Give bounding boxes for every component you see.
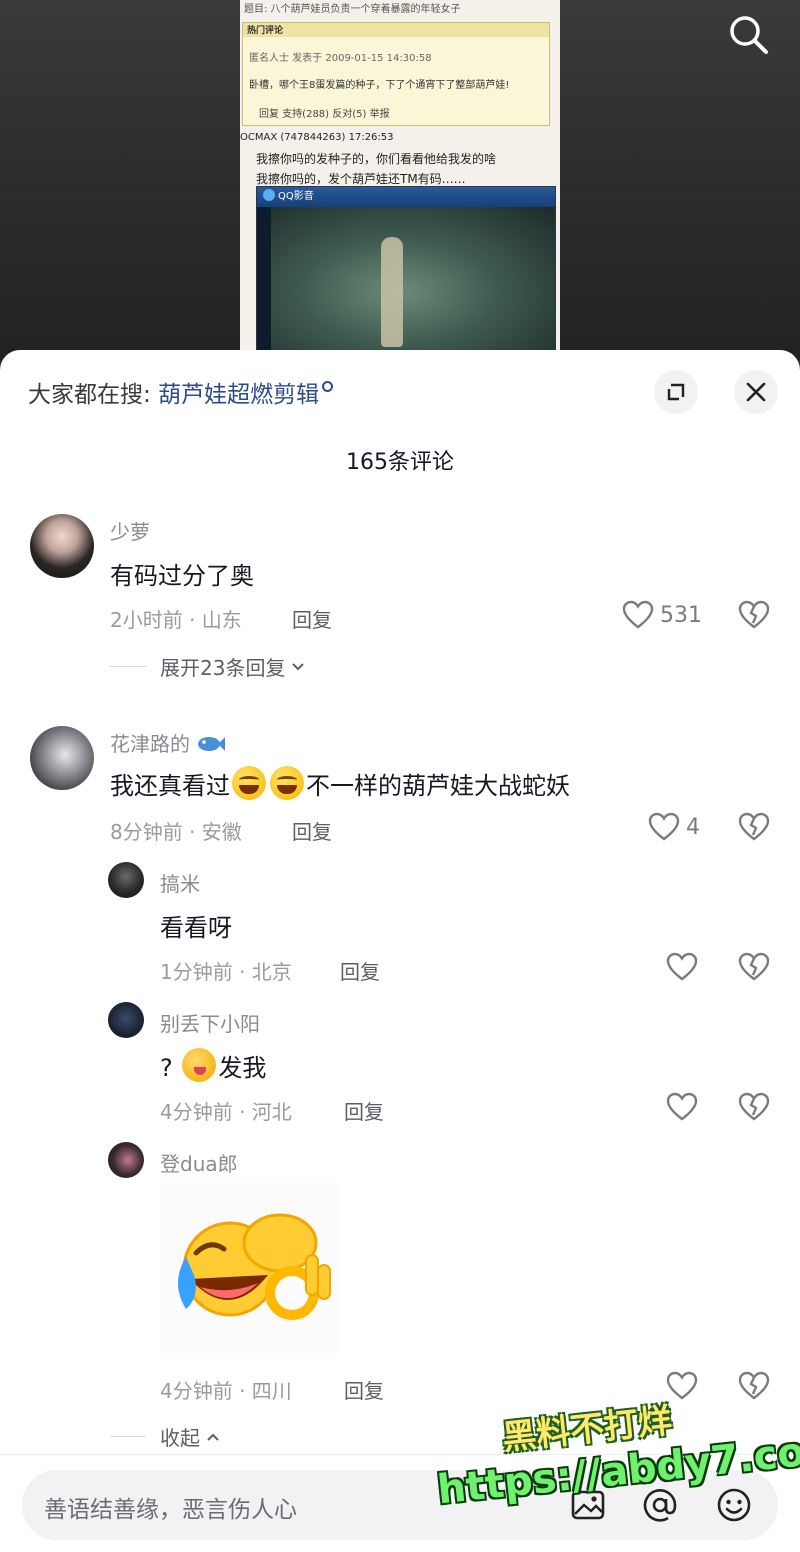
forum-post: 热门评论 匿名人士 发表于 2009-01-15 14:30:58 卧槽，哪个王… [242, 22, 550, 126]
reply-button[interactable]: 回复 [344, 1375, 384, 1404]
comment-text-part: 不一样的葫芦娃大战蛇妖 [306, 772, 570, 800]
chat-line: 我擦你吗的发种子的，你们看看他给我发的啥 [256, 152, 497, 166]
grinning-emoji [232, 766, 266, 800]
post-actions: 回复 支持(288) 反对(5) 举报 [259, 109, 390, 120]
reply-text-part: ? [160, 1054, 181, 1082]
chevron-down-icon [292, 662, 305, 670]
close-icon [746, 382, 766, 402]
comment-text: 有码过分了奥 [110, 562, 254, 590]
cartoon-scene [271, 207, 555, 360]
heart-icon [666, 952, 698, 981]
divider-line [110, 1436, 146, 1437]
player-titlebar: QQ影音 [257, 187, 555, 207]
divider-line [110, 666, 146, 667]
dislike-button[interactable] [738, 1092, 770, 1126]
comment-username[interactable]: 少萝 [110, 516, 150, 545]
broken-heart-icon [738, 952, 770, 981]
chevron-up-icon [207, 1433, 219, 1441]
qq-player-window: QQ影音 [256, 186, 556, 360]
reply-button[interactable]: 回复 [292, 604, 332, 633]
avatar[interactable] [108, 1002, 144, 1038]
chat-line: 我擦你吗的，发个葫芦娃还TM有码…… [256, 172, 466, 186]
search-icon [730, 16, 768, 54]
drooling-emoji [182, 1048, 217, 1082]
heart-icon [666, 1092, 698, 1121]
post-meta: 匿名人士 发表于 2009-01-15 14:30:58 [249, 53, 432, 64]
broken-heart-icon [738, 600, 770, 629]
comment-count: 165条评论 [346, 450, 454, 475]
comment-text-part: 我还真看过 [110, 772, 230, 800]
avatar[interactable] [108, 1142, 144, 1178]
search-icon [322, 381, 334, 392]
avatar[interactable] [30, 514, 94, 578]
reply-button[interactable]: 回复 [292, 816, 332, 845]
collapse-replies-button[interactable]: 收起 [110, 1422, 220, 1451]
dislike-button[interactable] [738, 952, 770, 986]
like-button[interactable] [666, 952, 698, 982]
heart-icon [648, 812, 680, 841]
laughing-crying-ok-sticker[interactable] [160, 1183, 340, 1353]
dislike-button[interactable] [738, 600, 770, 634]
expand-replies-button[interactable]: 展开23条回复 [110, 652, 305, 681]
player-title: QQ影音 [278, 191, 314, 202]
broken-heart-icon [738, 812, 770, 841]
hot-search-keyword[interactable]: 葫芦娃超燃剪辑 [158, 382, 319, 408]
collapse-replies-label: 收起 [160, 1426, 200, 1450]
grinning-emoji [270, 766, 304, 800]
reply-username[interactable]: 搞米 [160, 868, 200, 897]
like-count: 531 [660, 602, 702, 628]
reply-text: ? 发我 [160, 1048, 266, 1083]
comment-text: 我还真看过 不一样的葫芦娃大战蛇妖 [110, 766, 570, 801]
reply-meta: 1分钟前 · 北京 [160, 960, 292, 984]
comment-sheet: 大家都在搜: 葫芦娃超燃剪辑 165条评论 少萝 有码过分了奥 2小时前 · 山… [0, 350, 800, 1552]
video-player[interactable]: 题目: 八个葫芦娃员负责一个穿着暴露的年轻女子 热门评论 匿名人士 发表于 20… [0, 0, 800, 360]
reply-meta: 4分钟前 · 河北 [160, 1100, 292, 1124]
comment-meta: 8分钟前 · 安徽 [110, 820, 242, 844]
comment-input-placeholder: 善语结善缘，恶言伤人心 [44, 1497, 297, 1523]
heart-icon [622, 600, 654, 629]
hot-search-bar[interactable]: 大家都在搜: 葫芦娃超燃剪辑 [28, 375, 334, 409]
reply-username[interactable]: 别丢下小阳 [160, 1008, 260, 1037]
hot-search-prefix: 大家都在搜: [28, 382, 159, 408]
like-button[interactable]: 531 [622, 600, 702, 630]
expand-replies-label: 展开23条回复 [160, 656, 286, 680]
reply-username[interactable]: 登dua郎 [160, 1148, 238, 1177]
qq-player-icon [263, 189, 275, 201]
comment-username-text: 花津路的 [110, 732, 190, 756]
avatar[interactable] [30, 726, 94, 790]
chat-header: OCMAX (747844263) 17:26:53 [240, 132, 394, 143]
laughing-crying-sticker-icon [178, 1213, 331, 1320]
search-button[interactable] [726, 12, 772, 58]
expand-button[interactable] [654, 370, 698, 414]
comment-username[interactable]: 花津路的 [110, 728, 226, 757]
reply-text: 看看呀 [160, 914, 232, 942]
like-count: 4 [686, 814, 700, 840]
avatar[interactable] [108, 862, 144, 898]
comment-meta: 2小时前 · 山东 [110, 608, 242, 632]
like-button[interactable] [666, 1092, 698, 1122]
post-text: 卧槽，哪个王8蛋发篇的种子，下了个通宵下了整部葫芦娃! [249, 80, 510, 91]
fish-badge-icon [198, 737, 226, 751]
reply-text-part: 发我 [218, 1054, 267, 1082]
hot-comments-header: 热门评论 [243, 23, 549, 37]
like-button[interactable]: 4 [648, 812, 700, 842]
cartoon-figure [381, 237, 403, 347]
forum-title: 题目: 八个葫芦娃员负责一个穿着暴露的年轻女子 [244, 4, 461, 14]
reply-meta: 4分钟前 · 四川 [160, 1379, 292, 1403]
close-button[interactable] [734, 370, 778, 414]
reply-button[interactable]: 回复 [344, 1096, 384, 1125]
video-frame: 题目: 八个葫芦娃员负责一个穿着暴露的年轻女子 热门评论 匿名人士 发表于 20… [240, 0, 560, 360]
reply-button[interactable]: 回复 [340, 956, 380, 985]
broken-heart-icon [738, 1092, 770, 1121]
dislike-button[interactable] [738, 812, 770, 846]
expand-icon [667, 383, 685, 401]
